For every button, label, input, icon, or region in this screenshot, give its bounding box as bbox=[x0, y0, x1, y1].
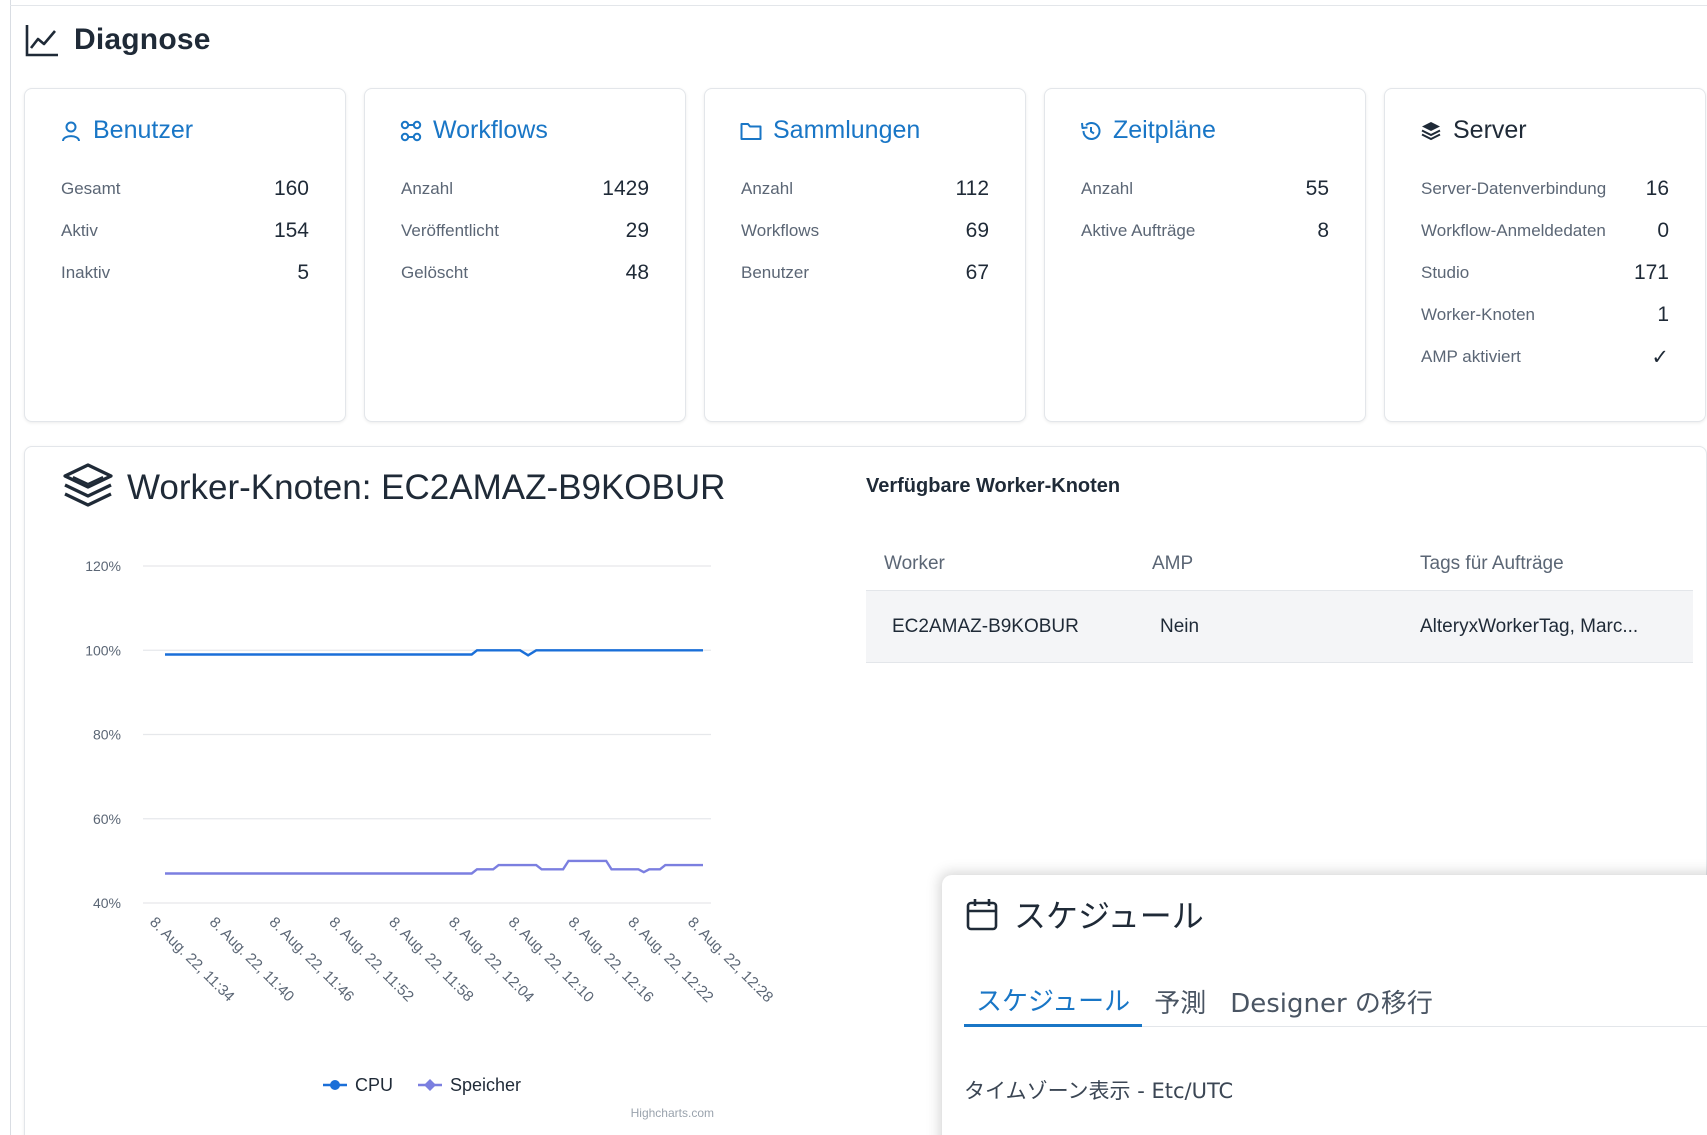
column-header-amp[interactable]: AMP bbox=[1134, 553, 1402, 575]
stat-label: Server-Datenverbindung bbox=[1421, 179, 1607, 198]
cell-worker: EC2AMAZ-B9KOBUR bbox=[892, 615, 1079, 637]
workflows-card-title[interactable]: Workflows bbox=[433, 116, 548, 145]
stat-value: 160 bbox=[273, 177, 309, 200]
stat-value: 55 bbox=[1305, 177, 1329, 200]
legend-item-speicher: Speicher bbox=[450, 1075, 521, 1095]
stat-label: Worker-Knoten bbox=[1421, 305, 1536, 324]
cell-tags: AlteryxWorkerTag, Marc... bbox=[1420, 615, 1639, 637]
y-tick-label: 80% bbox=[93, 727, 121, 743]
line-chart-icon bbox=[25, 25, 58, 57]
available-workers-title: Verfügbare Worker-Knoten bbox=[866, 475, 1121, 497]
workflow-icon bbox=[400, 120, 422, 141]
workers-table: Worker AMP Tags für Aufträge EC2AMAZ-B9K… bbox=[866, 537, 1693, 663]
user-icon bbox=[62, 121, 80, 141]
stat-row: Server-Datenverbindung 16 bbox=[1421, 172, 1669, 206]
stat-label: Aktive Aufträge bbox=[1081, 221, 1196, 240]
legend-marker bbox=[330, 1080, 340, 1090]
stat-value: 67 bbox=[965, 261, 989, 284]
stat-row: AMP aktiviert ✓ bbox=[1421, 340, 1669, 374]
stat-label: Workflow-Anmeldedaten bbox=[1421, 221, 1606, 240]
stat-value: 29 bbox=[625, 219, 649, 242]
tab-forecast[interactable]: 予測 bbox=[1142, 975, 1218, 1027]
server-card-title: Server bbox=[1453, 116, 1527, 144]
series-line-speicher bbox=[165, 859, 703, 875]
series-line-cpu bbox=[165, 649, 703, 657]
stat-row: Veröffentlicht 29 bbox=[401, 214, 649, 248]
stat-label: Workflows bbox=[741, 221, 820, 240]
stat-value: 1 bbox=[1657, 303, 1669, 326]
schedule-panel: スケジュール スケジュール 予測 Designer の移行 タイムゾーン表示 -… bbox=[942, 875, 1707, 1135]
workflows-card: Workflows Anzahl 1429 Veröffentlicht 29 Ge… bbox=[364, 88, 686, 422]
stat-label: Studio bbox=[1421, 263, 1470, 282]
y-tick-label: 60% bbox=[93, 811, 121, 827]
stat-row: Gesamt 160 bbox=[61, 172, 309, 206]
chart-credits: Highcharts.com bbox=[631, 1106, 714, 1120]
window-edge bbox=[10, 0, 11, 1135]
page-header: Diagnose bbox=[24, 22, 211, 58]
stat-row: Aktive Aufträge 8 bbox=[1081, 214, 1329, 248]
page-title: Diagnose bbox=[74, 23, 211, 56]
legend-marker bbox=[424, 1079, 436, 1091]
collections-card: Sammlungen Anzahl 112 Workflows 69 Benutze… bbox=[704, 88, 1026, 422]
users-card-title[interactable]: Benutzer bbox=[93, 116, 193, 145]
stat-label: Gelöscht bbox=[401, 263, 469, 282]
stat-label: Veröffentlicht bbox=[401, 221, 499, 240]
stat-row: Workflows 69 bbox=[741, 214, 989, 248]
server-card: Server Server-Datenverbindung 16 Workflow… bbox=[1384, 88, 1706, 422]
stat-value: 8 bbox=[1317, 219, 1329, 242]
stat-row: Anzahl 112 bbox=[741, 172, 989, 206]
stat-row: Studio 171 bbox=[1421, 256, 1669, 290]
resource-chart: 120%100%80%60%40%8. Aug. 22, 11:348. Aug… bbox=[85, 558, 776, 1120]
folder-icon bbox=[740, 122, 762, 140]
schedules-card-title[interactable]: Zeitpläne bbox=[1113, 116, 1216, 145]
column-header-worker[interactable]: Worker bbox=[866, 553, 1134, 575]
column-header-tags[interactable]: Tags für Aufträge bbox=[1402, 553, 1693, 575]
y-tick-label: 40% bbox=[93, 895, 121, 911]
stat-label: Anzahl bbox=[741, 179, 793, 198]
table-row[interactable]: EC2AMAZ-B9KOBUR Nein AlteryxWorkerTag, M… bbox=[866, 591, 1693, 663]
users-card: Benutzer Gesamt 160 Aktiv 154 Inaktiv 5 bbox=[24, 88, 346, 422]
stat-label: Anzahl bbox=[1081, 179, 1133, 198]
history-icon bbox=[1081, 121, 1101, 140]
stat-value: 0 bbox=[1657, 219, 1669, 242]
tab-schedule[interactable]: スケジュール bbox=[964, 975, 1143, 1027]
stat-value: 112 bbox=[955, 177, 989, 200]
stat-label: Anzahl bbox=[401, 179, 453, 198]
stat-row: Worker-Knoten 1 bbox=[1421, 298, 1669, 332]
legend-item-cpu: CPU bbox=[355, 1075, 393, 1095]
stat-row: Workflow-Anmeldedaten 0 bbox=[1421, 214, 1669, 248]
stat-row: Aktiv 154 bbox=[61, 214, 309, 248]
stat-label: Benutzer bbox=[741, 263, 810, 282]
stat-row: Anzahl 1429 bbox=[401, 172, 649, 206]
stat-value: 154 bbox=[273, 219, 309, 242]
y-tick-label: 120% bbox=[85, 558, 121, 574]
stat-label: Gesamt bbox=[61, 179, 121, 198]
cell-amp: Nein bbox=[1160, 615, 1200, 637]
stack-icon bbox=[1421, 121, 1441, 140]
stat-value: 1429 bbox=[602, 177, 649, 200]
stat-label: Aktiv bbox=[61, 221, 98, 240]
schedule-tabs: スケジュール 予測 Designer の移行 bbox=[964, 975, 1707, 1027]
window-top-edge bbox=[10, 5, 1707, 6]
stat-value: 171 bbox=[1633, 261, 1669, 284]
stat-value: 48 bbox=[625, 261, 649, 284]
stat-row: Inaktiv 5 bbox=[61, 256, 309, 290]
stat-value: 5 bbox=[297, 261, 309, 284]
tab-designer-migration[interactable]: Designer の移行 bbox=[1218, 975, 1445, 1027]
table-header: Worker AMP Tags für Aufträge bbox=[866, 537, 1693, 591]
stat-row: Benutzer 67 bbox=[741, 256, 989, 290]
check-icon: ✓ bbox=[1651, 345, 1669, 369]
stat-value: 69 bbox=[965, 219, 989, 242]
timezone-label: タイムゾーン表示 - Etc/UTC bbox=[964, 1079, 1234, 1103]
schedule-panel-title: スケジュール bbox=[1014, 897, 1204, 935]
schedules-card: Zeitpläne Anzahl 55 Aktive Aufträge 8 bbox=[1044, 88, 1366, 422]
stat-row: Gelöscht 48 bbox=[401, 256, 649, 290]
y-tick-label: 100% bbox=[85, 642, 121, 658]
stat-row: Anzahl 55 bbox=[1081, 172, 1329, 206]
stat-label: Inaktiv bbox=[61, 263, 111, 282]
stat-label: AMP aktiviert bbox=[1421, 347, 1521, 366]
stat-value: 16 bbox=[1645, 177, 1669, 200]
calendar-icon bbox=[966, 899, 998, 931]
collections-card-title[interactable]: Sammlungen bbox=[773, 116, 920, 145]
